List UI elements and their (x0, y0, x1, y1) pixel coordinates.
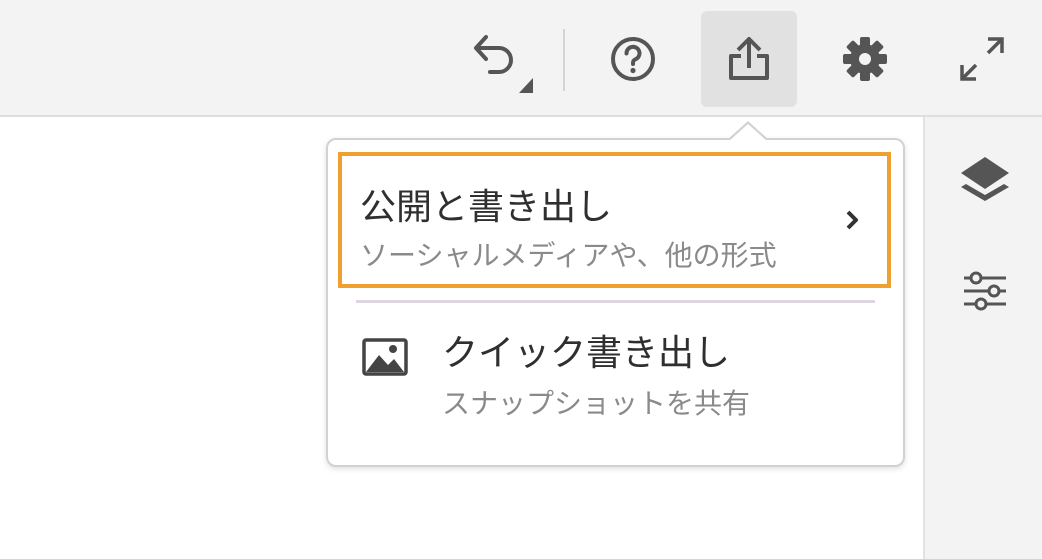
adjust-button[interactable] (949, 255, 1021, 327)
right-side-panel (923, 117, 1042, 559)
menu-divider (356, 300, 875, 303)
quick-export-item[interactable]: クイック書き出し スナップショットを共有 (338, 310, 891, 450)
publish-export-item[interactable]: 公開と書き出し ソーシャルメディアや、他の形式 (338, 152, 891, 288)
help-button[interactable] (585, 11, 681, 107)
fullscreen-button[interactable] (934, 11, 1030, 107)
layers-button[interactable] (949, 143, 1021, 215)
popover-pointer-fill (729, 124, 767, 141)
layers-icon (961, 157, 1009, 201)
toolbar-divider (563, 29, 565, 91)
share-export-icon (729, 37, 769, 80)
top-toolbar (0, 0, 1042, 117)
quick-export-subtitle: スナップショットを共有 (442, 387, 751, 420)
undo-button[interactable] (451, 11, 547, 107)
publish-export-title: 公開と書き出し (360, 187, 613, 228)
image-icon (362, 338, 408, 376)
help-circle-icon (611, 37, 655, 81)
share-menu-popover: 公開と書き出し ソーシャルメディアや、他の形式 クイック書き出し スナップショッ… (326, 138, 905, 467)
chevron-right-icon (841, 208, 863, 232)
share-button[interactable] (701, 11, 797, 107)
publish-export-subtitle: ソーシャルメディアや、他の形式 (360, 239, 777, 272)
settings-button[interactable] (817, 11, 913, 107)
undo-icon (474, 35, 533, 93)
quick-export-title: クイック書き出し (442, 333, 731, 374)
expand-icon (960, 37, 1004, 81)
gear-icon (843, 37, 887, 81)
sliders-icon (964, 271, 1006, 311)
